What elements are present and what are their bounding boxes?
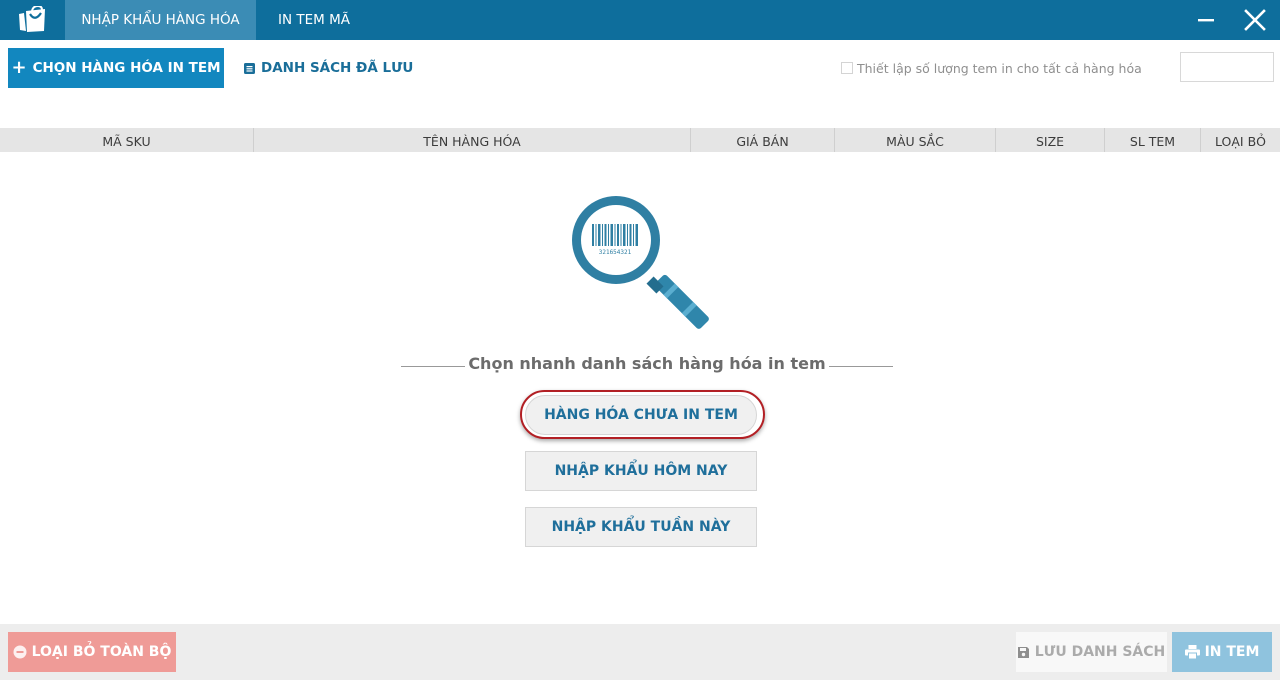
table-header: MÃ SKU TÊN HÀNG HÓA GIÁ BÁN MÀU SẮC SIZE… — [0, 128, 1280, 152]
print-labels-label: IN TEM — [1204, 644, 1260, 660]
save-list-label: LƯU DANH SÁCH — [1034, 644, 1166, 660]
print-label-window: NHẬP KHẨU HÀNG HÓA IN TEM MÃ + CHỌN HÀNG… — [0, 0, 1280, 680]
set-quantity-checkbox[interactable] — [841, 62, 853, 74]
saved-list-label: DANH SÁCH ĐÃ LƯU — [261, 60, 414, 76]
set-quantity-option: Thiết lập số lượng tem in cho tất cả hàn… — [841, 59, 1142, 77]
unprinted-goods-label: HÀNG HÓA CHƯA IN TEM — [544, 407, 738, 423]
plus-icon: + — [11, 57, 27, 78]
printer-icon — [1184, 645, 1200, 659]
barcode-magnifier-icon: 321654321 — [572, 196, 709, 329]
quick-select-title: Chọn nhanh danh sách hàng hóa in tem — [468, 354, 826, 373]
remove-all-button[interactable]: LOẠI BỎ TOÀN BỘ — [8, 632, 176, 672]
choose-goods-label: CHỌN HÀNG HÓA IN TEM — [32, 60, 221, 76]
tab-print-labels[interactable]: IN TEM MÃ — [262, 0, 366, 40]
set-quantity-label: Thiết lập số lượng tem in cho tất cả hàn… — [857, 60, 1142, 76]
imported-today-label: NHẬP KHẨU HÔM NAY — [554, 463, 728, 479]
floppy-disk-icon — [1017, 646, 1029, 658]
divider-right — [829, 366, 893, 367]
minus-circle-icon — [13, 645, 27, 659]
imported-this-week-button[interactable]: NHẬP KHẨU TUẦN NÀY — [525, 507, 757, 547]
saved-list-link[interactable]: DANH SÁCH ĐÃ LƯU — [244, 58, 413, 78]
tab-import-goods[interactable]: NHẬP KHẨU HÀNG HÓA — [65, 0, 256, 40]
column-remove: LOẠI BỎ — [1215, 134, 1266, 149]
list-icon — [244, 62, 255, 74]
save-list-button[interactable]: LƯU DANH SÁCH — [1016, 632, 1167, 672]
close-icon[interactable] — [1243, 8, 1267, 32]
column-label-qty: SL TEM — [1105, 128, 1201, 152]
column-price: GIÁ BÁN — [691, 128, 835, 152]
divider-left — [401, 366, 465, 367]
imported-today-button[interactable]: NHẬP KHẨU HÔM NAY — [525, 451, 757, 491]
column-product-name: TÊN HÀNG HÓA — [254, 128, 691, 152]
barcode-number: 321654321 — [599, 249, 632, 256]
unprinted-goods-button[interactable]: HÀNG HÓA CHƯA IN TEM — [525, 395, 757, 435]
label-quantity-input[interactable] — [1180, 52, 1274, 82]
shopping-bag-icon — [19, 6, 45, 32]
remove-all-label: LOẠI BỎ TOÀN BỘ — [31, 644, 172, 660]
column-sku: MÃ SKU — [0, 128, 254, 152]
print-labels-button[interactable]: IN TEM — [1172, 632, 1272, 672]
title-bar: NHẬP KHẨU HÀNG HÓA IN TEM MÃ — [0, 0, 1280, 40]
column-size: SIZE — [996, 128, 1105, 152]
column-color: MÀU SẮC — [835, 128, 996, 152]
minimize-icon[interactable] — [1196, 9, 1218, 31]
imported-this-week-label: NHẬP KHẨU TUẦN NÀY — [551, 519, 731, 535]
choose-goods-button[interactable]: + CHỌN HÀNG HÓA IN TEM — [8, 48, 224, 88]
barcode-bars — [592, 224, 638, 246]
